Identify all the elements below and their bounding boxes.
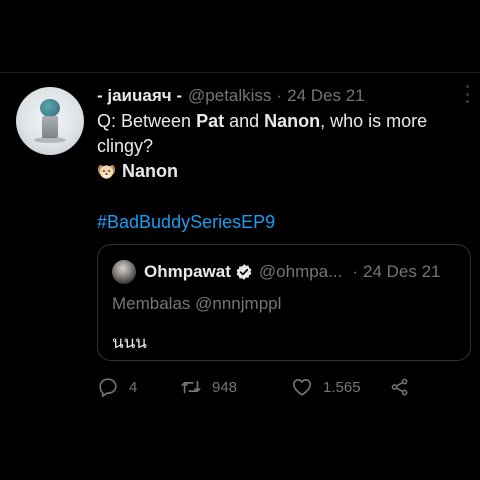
retweet-button[interactable]: 948 [180, 376, 237, 398]
retweet-icon [181, 380, 201, 394]
retweet-count: 948 [212, 378, 238, 396]
share-button[interactable] [389, 376, 411, 398]
quote-avatar[interactable] [112, 260, 136, 284]
tweet[interactable]: - jaиuaяч - @petalkiss · 24 Des 21 Q: Be… [0, 73, 480, 480]
display-name[interactable]: - jaиuaяч - [97, 86, 182, 106]
avatar-pot [42, 116, 58, 138]
quote-text: นนน [112, 333, 147, 352]
tweet-header: - jaиuaяч - @petalkiss · 24 Des 21 [97, 85, 466, 107]
quoted-tweet[interactable]: Ohmpawat @ohmpa... · 24 Des 21 Membalas … [97, 244, 471, 361]
quote-header: Ohmpawat @ohmpa... · 24 Des 21 [112, 260, 460, 284]
like-button[interactable]: 1.565 [291, 376, 361, 398]
more-options-icon[interactable] [464, 85, 470, 103]
tweet-date[interactable]: 24 Des 21 [287, 86, 365, 106]
quote-handle[interactable]: @ohmpa... [259, 262, 342, 282]
reply-button[interactable]: 4 [97, 376, 137, 398]
hashtag-link[interactable]: #BadBuddySeriesEP9 [97, 212, 275, 233]
tweet-text: Q: Between Pat and Nanon, who is more cl… [97, 109, 457, 184]
tweet-actions: 4 948 1.565 [97, 376, 427, 400]
heart-icon [292, 379, 312, 396]
user-handle[interactable]: @petalkiss [188, 86, 271, 106]
answer-text: Nanon [122, 161, 178, 181]
separator-dot: · [276, 86, 283, 105]
tweet-text-and: and [224, 111, 265, 131]
like-count: 1.565 [323, 378, 361, 396]
reply-icon [99, 378, 117, 397]
verified-badge-icon [236, 264, 252, 280]
quote-date[interactable]: 24 Des 21 [363, 262, 441, 282]
avatar[interactable] [16, 87, 84, 155]
quote-display-name[interactable]: Ohmpawat [144, 262, 231, 282]
avatar-shadow [34, 137, 66, 143]
quote-reply-to: Membalas @nnnjmppl [112, 294, 282, 313]
share-icon [391, 378, 408, 396]
tweet-text-prefix: Q: Between [97, 111, 197, 131]
tweet-answer: Nanon [97, 159, 457, 184]
dog-face-icon [97, 162, 116, 181]
reply-count: 4 [129, 378, 138, 396]
tweet-text-name2: Nanon [264, 111, 321, 131]
avatar-plant [40, 99, 60, 117]
tweet-text-name1: Pat [196, 111, 225, 131]
quote-separator-dot: · [352, 262, 358, 281]
